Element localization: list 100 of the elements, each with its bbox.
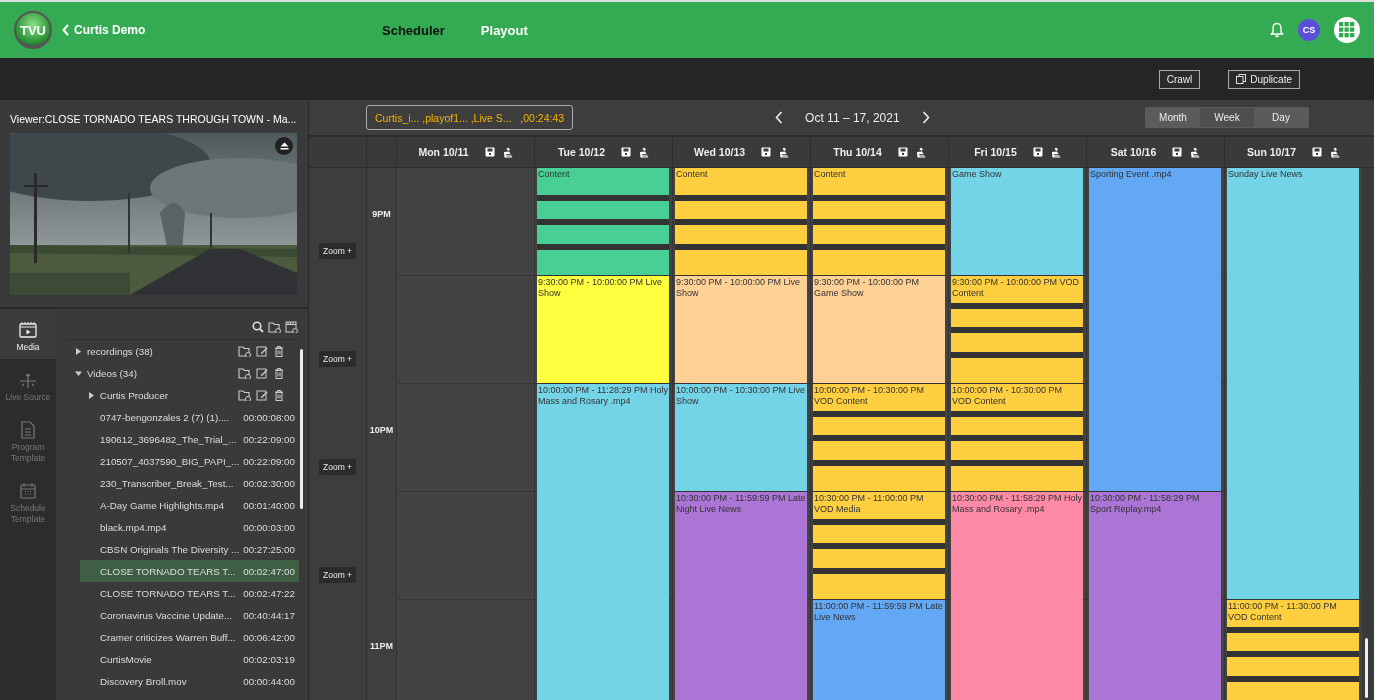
event-block[interactable]: 10:30:00 PM - 11:00:00 PM VOD Media bbox=[813, 492, 945, 600]
zoom-button[interactable]: Zoom + bbox=[319, 567, 357, 583]
brush-icon[interactable] bbox=[1330, 146, 1340, 158]
file-row[interactable]: CLOSE TORNADO TEARS T... 00:02:47:00 bbox=[80, 560, 299, 582]
notification-bell-icon[interactable] bbox=[1270, 22, 1284, 38]
file-row[interactable]: Cramer criticizes Warren Buff... 00:06:42:00 bbox=[80, 626, 299, 648]
import-button[interactable] bbox=[285, 321, 298, 333]
event-block[interactable]: 11:00:00 PM - 11:59:59 PM Late Live News bbox=[813, 600, 945, 700]
zoom-button[interactable]: Zoom + bbox=[319, 459, 357, 475]
zoom-button[interactable]: Zoom + bbox=[319, 351, 357, 367]
user-avatar[interactable]: CS bbox=[1298, 19, 1320, 41]
event-block[interactable]: 10:00:00 PM - 11:28:29 PM Holy Mass and Rosary .mp4 bbox=[537, 384, 669, 700]
file-row[interactable]: 190612_3696482_The_Trial_... 00:22:09:00 bbox=[80, 428, 299, 450]
event-block[interactable]: Content bbox=[537, 168, 669, 276]
caret-down-icon[interactable] bbox=[75, 369, 82, 377]
file-name: 190612_3696482_The_Trial_... bbox=[100, 433, 238, 445]
event-text: 9:30:00 PM - 10:00:00 PM Game Show bbox=[813, 276, 921, 300]
file-duration: 00:06:42:00 bbox=[243, 631, 296, 643]
save-icon[interactable] bbox=[1032, 147, 1043, 157]
file-name: black.mp4.mp4 bbox=[100, 521, 168, 533]
caret-right-icon[interactable] bbox=[88, 391, 95, 399]
file-row[interactable]: CBSN Originals The Diversity ... 00:27:25:00 bbox=[80, 538, 299, 560]
file-row[interactable]: 0747-bengonzales 2 (7) (1).... 00:00:08:00 bbox=[80, 406, 299, 428]
file-row[interactable]: 230_Transcriber_Break_Test... 00:02:30:00 bbox=[80, 472, 299, 494]
edit-icon[interactable] bbox=[256, 367, 268, 379]
file-row[interactable]: CLOSE TORNADO TEARS T... 00:02:47:22 bbox=[80, 582, 299, 604]
apps-grid-button[interactable] bbox=[1334, 17, 1360, 43]
event-text: Content bbox=[675, 168, 709, 181]
event-block[interactable]: Content bbox=[675, 168, 807, 276]
file-name: CLOSE TORNADO TEARS T... bbox=[100, 565, 237, 577]
brush-icon[interactable] bbox=[639, 146, 650, 158]
duplicate-button[interactable]: Duplicate bbox=[1228, 69, 1300, 89]
event-text: 10:30:00 PM - 11:58:29 PM Sport Replay.mp4 bbox=[1089, 492, 1201, 516]
save-icon[interactable] bbox=[1172, 147, 1183, 157]
file-duration: 00:00:44:00 bbox=[243, 675, 296, 687]
event-block[interactable]: 10:00:00 PM - 10:30:00 PM VOD Content bbox=[813, 384, 945, 492]
event-block[interactable]: 10:30:00 PM - 11:59:59 PM Late Night Live News bbox=[675, 492, 807, 700]
sidebar-item[interactable]: Media bbox=[0, 309, 56, 360]
event-block[interactable]: Sporting Event .mp4 bbox=[1089, 168, 1221, 492]
event-block[interactable]: Content bbox=[813, 168, 945, 276]
time-label: 10PM bbox=[369, 425, 394, 435]
event-block[interactable]: 10:00:00 PM - 10:30:00 PM VOD Content bbox=[951, 384, 1083, 492]
brush-icon[interactable] bbox=[915, 146, 926, 158]
edit-icon[interactable] bbox=[256, 389, 268, 401]
event-block[interactable]: 10:30:00 PM - 11:58:29 PM Sport Replay.mp4 bbox=[1089, 492, 1221, 700]
folder-row[interactable]: recordings (38) bbox=[67, 340, 299, 362]
search-icon bbox=[252, 321, 264, 333]
file-row[interactable]: black.mp4.mp4 00:00:03:00 bbox=[80, 516, 299, 538]
save-icon[interactable] bbox=[1312, 147, 1322, 157]
brush-icon[interactable] bbox=[1050, 146, 1061, 158]
search-button[interactable] bbox=[252, 321, 264, 333]
save-icon[interactable] bbox=[897, 147, 908, 157]
view-tab[interactable]: Week bbox=[1200, 108, 1254, 127]
day-label: Sun 10/17 bbox=[1247, 146, 1296, 158]
event-text: 9:30:00 PM - 10:00:00 PM Live Show bbox=[537, 276, 664, 300]
day-label: Fri 10/15 bbox=[974, 146, 1017, 158]
new-folder-button[interactable] bbox=[268, 321, 281, 333]
scrollbar-thumb[interactable] bbox=[300, 349, 303, 509]
event-block[interactable]: 9:30:00 PM - 10:00:00 PM Live Show bbox=[675, 276, 807, 384]
trash-icon[interactable] bbox=[273, 345, 285, 357]
event-block[interactable]: 11:00:00 PM - 11:30:00 PM VOD Content bbox=[1227, 600, 1359, 700]
trash-icon[interactable] bbox=[273, 389, 285, 401]
folder-row[interactable]: Curtis Producer bbox=[80, 384, 299, 406]
event-block[interactable]: Sunday Live News bbox=[1227, 168, 1359, 600]
event-block[interactable]: 9:30:00 PM - 10:00:00 PM Game Show bbox=[813, 276, 945, 384]
folder-add-icon[interactable] bbox=[238, 345, 251, 357]
file-row[interactable]: CurtisMovie 00:02:03:19 bbox=[80, 648, 299, 670]
file-row[interactable]: Coronavirus Vaccine Update... 00:40:44:17 bbox=[80, 604, 299, 626]
event-block[interactable]: 10:00:00 PM - 10:30:00 PM Live Show bbox=[675, 384, 807, 492]
zoom-button[interactable]: Zoom + bbox=[319, 243, 357, 259]
nav-tab[interactable]: Scheduler bbox=[382, 22, 445, 38]
event-block[interactable]: 9:30:00 PM - 10:00:00 PM Live Show bbox=[537, 276, 669, 384]
file-row[interactable]: Discovery Broll.mov 00:00:44:00 bbox=[80, 670, 299, 692]
playlist-summary[interactable]: Curtis_i... ,playof1... ,Live S... ,00:24:43 bbox=[366, 105, 574, 130]
folder-add-icon[interactable] bbox=[238, 367, 251, 379]
save-icon[interactable] bbox=[761, 147, 772, 157]
event-block[interactable]: 10:30:00 PM - 11:58:29 PM Holy Mass and Rosary .mp4 bbox=[951, 492, 1083, 700]
day-label: Sat 10/16 bbox=[1110, 146, 1157, 158]
save-icon[interactable] bbox=[484, 147, 495, 157]
event-text: 10:30:00 PM - 11:58:29 PM Holy Mass and Rosary .mp4 bbox=[951, 492, 1083, 516]
event-text: Content bbox=[537, 168, 571, 181]
event-block[interactable]: 9:30:00 PM - 10:00:00 PM VOD Content bbox=[951, 276, 1083, 384]
scrollbar-thumb[interactable] bbox=[1365, 638, 1368, 698]
brush-icon[interactable] bbox=[1190, 146, 1201, 158]
brush-icon[interactable] bbox=[502, 146, 513, 158]
folder-add-icon[interactable] bbox=[238, 389, 251, 401]
folder-row[interactable]: Videos (34) bbox=[67, 362, 299, 384]
brush-icon[interactable] bbox=[779, 146, 790, 158]
file-row[interactable]: 210507_4037590_BIG_PAPI_... 00:22:09:00 bbox=[80, 450, 299, 472]
chevron-right-icon bbox=[921, 111, 930, 124]
document-icon bbox=[19, 421, 37, 440]
event-block[interactable]: Game Show bbox=[951, 168, 1083, 276]
file-name: Cramer criticizes Warren Buff... bbox=[100, 631, 237, 643]
edit-icon[interactable] bbox=[256, 345, 268, 357]
crawl-button[interactable]: Crawl bbox=[1158, 69, 1201, 89]
trash-icon[interactable] bbox=[273, 367, 285, 379]
save-icon[interactable] bbox=[621, 147, 632, 157]
file-row[interactable]: A-Day Game Highlights.mp4 00:01:40:00 bbox=[80, 494, 299, 516]
caret-right-icon[interactable] bbox=[75, 347, 82, 355]
folder-add-icon bbox=[268, 321, 281, 333]
